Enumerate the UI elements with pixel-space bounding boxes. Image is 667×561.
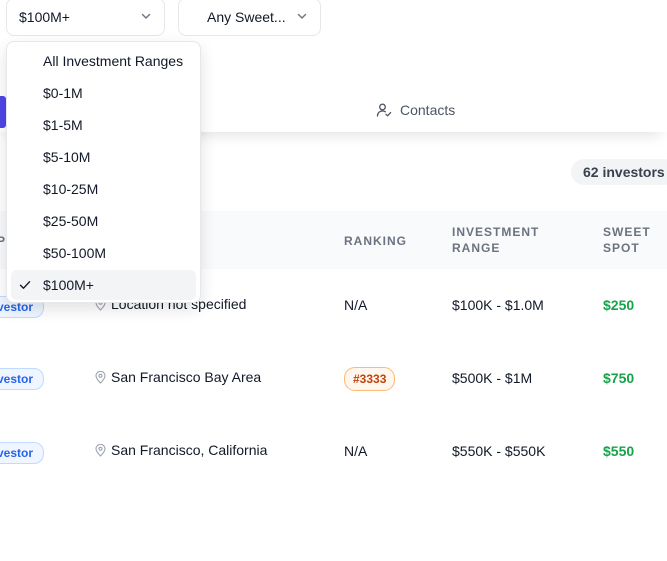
ranking-cell: N/A xyxy=(344,297,368,313)
investment-range-select-value: $100M+ xyxy=(19,9,70,25)
column-header-investment-range[interactable]: INVESTMENT RANGE xyxy=(452,224,539,256)
location-text: San Francisco Bay Area xyxy=(111,369,262,385)
dropdown-option[interactable]: $5-10M xyxy=(11,142,196,172)
sweet-spot-select-value: Any Sweet... xyxy=(207,9,286,25)
ranking-badge: #3333 xyxy=(344,367,396,391)
tab-contacts-label: Contacts xyxy=(400,102,456,118)
column-header-ranking[interactable]: RANKING xyxy=(344,233,407,249)
dropdown-option-label: $25-50M xyxy=(43,213,99,229)
dropdown-option[interactable]: $25-50M xyxy=(11,206,196,236)
sweet-spot-cell: $750 xyxy=(603,370,635,386)
column-header-line: SWEET xyxy=(603,225,651,239)
map-pin-icon xyxy=(95,370,106,384)
dropdown-option-label: $1-5M xyxy=(43,117,83,133)
investment-range-cell: $500K - $1M xyxy=(452,370,533,386)
investor-count-badge: 62 investors xyxy=(571,159,667,185)
dropdown-option[interactable]: All Investment Ranges xyxy=(11,46,196,76)
chevron-down-icon xyxy=(297,13,307,19)
location-cell: San Francisco, California xyxy=(95,442,267,458)
investment-range-dropdown: All Investment Ranges $0-1M $1-5M $5-10M… xyxy=(6,41,201,303)
table-row[interactable]: vestor San Francisco Bay Area #3333 $500… xyxy=(0,342,667,416)
investment-range-select[interactable]: $100M+ xyxy=(6,0,165,36)
user-check-icon xyxy=(376,103,392,117)
check-icon xyxy=(19,281,31,289)
column-header-line: SPOT xyxy=(603,241,640,255)
dropdown-option-label: All Investment Ranges xyxy=(43,53,184,69)
location-text: San Francisco, California xyxy=(111,442,268,458)
dropdown-option[interactable]: $1-5M xyxy=(11,110,196,140)
investor-type-badge: vestor xyxy=(0,442,45,464)
sweet-spot-cell: $250 xyxy=(603,297,635,313)
investment-range-cell: $550K - $550K xyxy=(452,443,546,459)
table-row[interactable] xyxy=(0,488,667,561)
chevron-down-icon xyxy=(141,13,151,19)
map-pin-icon xyxy=(95,443,106,457)
dropdown-option-label: $5-10M xyxy=(43,149,91,165)
sweet-spot-select[interactable]: Any Sweet... xyxy=(178,0,321,36)
location-cell: San Francisco Bay Area xyxy=(95,369,261,385)
investor-type-badge: vestor xyxy=(0,368,45,390)
column-header-line: INVESTMENT xyxy=(452,225,540,239)
tab-contacts[interactable]: Contacts xyxy=(376,102,455,118)
dropdown-option-label: $100M+ xyxy=(43,277,94,293)
ranking-cell: N/A xyxy=(344,443,368,459)
dropdown-option[interactable]: $0-1M xyxy=(11,78,196,108)
dropdown-option[interactable]: $50-100M xyxy=(11,238,196,268)
sweet-spot-cell: $550 xyxy=(603,443,635,459)
dropdown-option-label: $50-100M xyxy=(43,245,107,261)
dropdown-option[interactable]: $10-25M xyxy=(11,174,196,204)
dropdown-option-label: $0-1M xyxy=(43,85,83,101)
column-header-sweet-spot[interactable]: SWEET SPOT xyxy=(603,224,651,256)
investment-range-cell: $100K - $1.0M xyxy=(452,297,544,313)
column-header-line: RANGE xyxy=(452,241,501,255)
dropdown-option-selected[interactable]: $100M+ xyxy=(11,270,196,300)
dropdown-option-label: $10-25M xyxy=(43,181,99,197)
table-row[interactable]: vestor San Francisco, California N/A $55… xyxy=(0,415,667,489)
